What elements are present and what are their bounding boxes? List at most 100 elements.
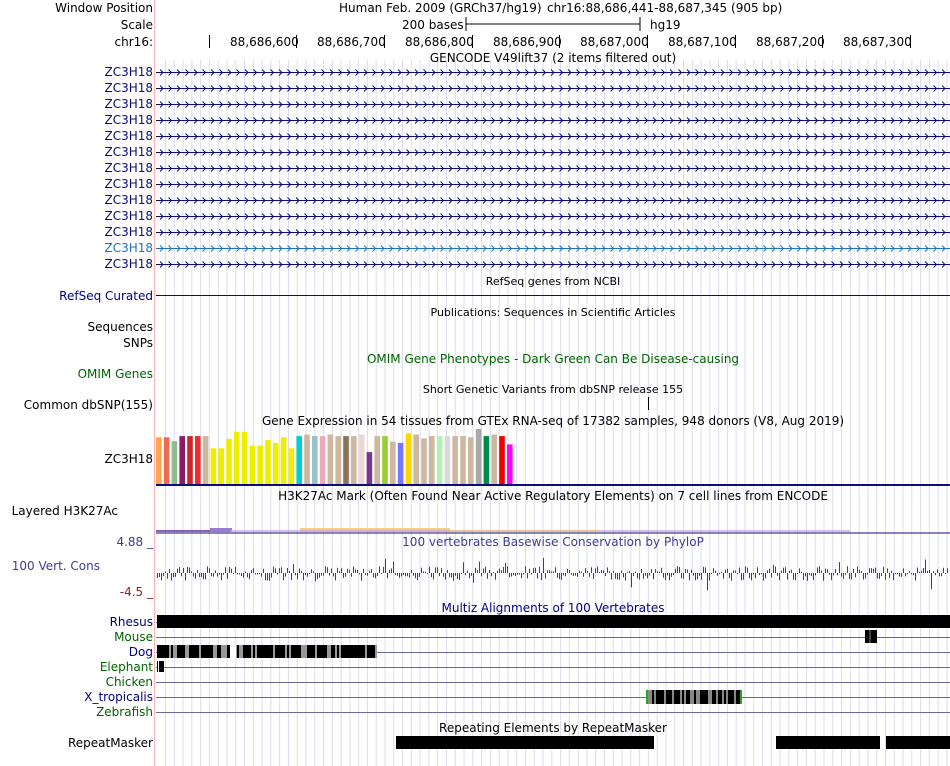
gtex-tissue-bar (405, 433, 412, 484)
gencode-item-label[interactable]: ZC3H18 (104, 209, 153, 223)
repeat-element (396, 736, 654, 749)
gencode-item-label[interactable]: ZC3H18 (104, 113, 153, 127)
gencode-transcript (156, 181, 950, 188)
gtex-tissue-bar (226, 438, 232, 484)
gtex-tissue-bar (491, 434, 497, 484)
gtex-tissue-bar (265, 440, 271, 484)
h3k27ac-track-title: H3K27Ac Mark (Often Found Near Active Re… (278, 489, 828, 503)
multiz-species-label[interactable]: Zebrafish (96, 705, 153, 719)
gtex-tissue-bar (234, 431, 240, 485)
ruler-tick-label: 88,686,700 (317, 35, 386, 49)
publications-snps-label[interactable]: SNPs (123, 336, 153, 350)
gtex-tissue-bar (507, 444, 513, 484)
gtex-tissue-bar (273, 442, 279, 485)
ruler-tick-label: 88,686,600 (230, 35, 299, 49)
gtex-tissue-bar (195, 436, 201, 484)
multiz-track-title: Multiz Alignments of 100 Vertebrates (441, 601, 665, 615)
gtex-tissue-bar (163, 437, 170, 485)
multiz-species-label[interactable]: Rhesus (110, 615, 153, 629)
multiz-species-label[interactable]: Elephant (100, 660, 153, 674)
phylop-track-title: 100 vertebrates Basewise Conservation by… (402, 535, 704, 549)
gencode-item-label[interactable]: ZC3H18 (104, 193, 153, 207)
gtex-tissue-bar (210, 448, 217, 485)
scale-bar (465, 17, 641, 31)
repeat-element (776, 736, 880, 749)
gtex-tissue-bar (351, 436, 357, 484)
gtex-tissue-bar (374, 436, 380, 484)
position-text: chr16:88,686,441-88,687,345 (905 bp) (547, 1, 783, 15)
gencode-item-label[interactable]: ZC3H18 (104, 241, 153, 255)
gtex-tissue-bar (304, 434, 310, 484)
gtex-tissue-bar (327, 434, 334, 484)
repeatmasker-track-title: Repeating Elements by RepeatMasker (439, 721, 667, 735)
multiz-alignments (156, 615, 950, 713)
gencode-transcript (156, 165, 950, 172)
ruler-tick-label: 88,686,800 (405, 35, 474, 49)
gencode-item-label[interactable]: ZC3H18 (104, 65, 153, 79)
phylop-min-label: -4.5 _ (119, 585, 153, 599)
multiz-species-label[interactable]: Mouse (114, 630, 153, 644)
gtex-tissue-bar (421, 438, 427, 484)
h3k27ac-signal (156, 528, 850, 532)
gencode-transcript (156, 69, 950, 76)
gencode-item-label[interactable]: ZC3H18 (104, 225, 153, 239)
window-position-label: Window Position (55, 1, 153, 15)
alignment-block (865, 630, 877, 643)
dbsnp-track-label[interactable]: Common dbSNP(155) (24, 398, 153, 412)
gencode-transcript (156, 229, 950, 236)
publications-track-title: Publications: Sequences in Scientific Ar… (430, 306, 676, 319)
phylop-signal (157, 557, 948, 591)
gencode-transcript (156, 101, 950, 108)
h3k27ac-track-label[interactable]: Layered H3K27Ac (12, 504, 118, 518)
gencode-item-label[interactable]: ZC3H18 (104, 81, 153, 95)
gtex-tissue-bar (468, 437, 474, 485)
multiz-species-label[interactable]: Chicken (106, 675, 153, 689)
scale-text: 200 bases (402, 18, 464, 32)
gtex-tissue-bar (475, 429, 482, 484)
phylop-track-label[interactable]: 100 Vert. Cons (12, 559, 100, 573)
multiz-species-label[interactable]: Dog (129, 645, 153, 659)
gencode-transcript (156, 85, 950, 92)
gencode-transcript (156, 245, 950, 252)
assembly-text: Human Feb. 2009 (GRCh37/hg19) (339, 1, 542, 15)
publications-sequences-label[interactable]: Sequences (88, 320, 153, 334)
gencode-transcript (156, 133, 950, 140)
ruler-tick-label: 88,687,100 (668, 35, 737, 49)
gencode-item-label[interactable]: ZC3H18 (104, 97, 153, 111)
gencode-transcript (156, 213, 950, 220)
gtex-tissue-bar (444, 436, 451, 484)
gtex-tissue-bar (187, 436, 193, 484)
gtex-tissue-bar (335, 436, 341, 484)
multiz-species-label[interactable]: X_tropicalis (84, 690, 153, 704)
gtex-tissue-bar (156, 437, 162, 485)
gencode-transcript (156, 117, 950, 124)
alignment-block (157, 645, 377, 658)
gtex-tissue-bar (483, 436, 490, 484)
gtex-tissue-bar (343, 436, 349, 484)
refseq-track-label[interactable]: RefSeq Curated (59, 289, 153, 303)
base-position-grid (165, 60, 948, 766)
gtex-tissue-bar (436, 436, 443, 484)
ruler-tick-label: 88,686,900 (493, 35, 562, 49)
gtex-tissue-bar (241, 431, 248, 485)
gencode-item-label[interactable]: ZC3H18 (104, 257, 153, 271)
phylop-max-label: 4.88 _ (116, 535, 153, 549)
gtex-track-label[interactable]: ZC3H18 (104, 452, 153, 466)
gencode-item-label[interactable]: ZC3H18 (104, 177, 153, 191)
gencode-item-label[interactable]: ZC3H18 (104, 161, 153, 175)
gtex-tissue-bar (413, 434, 419, 484)
gtex-tissue-bar (499, 436, 505, 484)
gencode-transcript (156, 261, 950, 268)
gencode-item-label[interactable]: ZC3H18 (104, 145, 153, 159)
dbsnp-track-title: Short Genetic Variants from dbSNP releas… (422, 383, 684, 396)
gencode-item-label[interactable]: ZC3H18 (104, 129, 153, 143)
gencode-transcript (156, 149, 950, 156)
omim-track-label[interactable]: OMIM Genes (78, 367, 153, 381)
gtex-tissue-bar (179, 436, 185, 484)
gtex-tissue-bar (460, 436, 466, 484)
gtex-tissue-bar (358, 434, 365, 484)
gtex-tissue-bar (280, 437, 287, 485)
refseq-track-title: RefSeq genes from NCBI (485, 275, 621, 288)
gencode-transcript (156, 197, 950, 204)
repeatmasker-track-label[interactable]: RepeatMasker (68, 736, 153, 750)
